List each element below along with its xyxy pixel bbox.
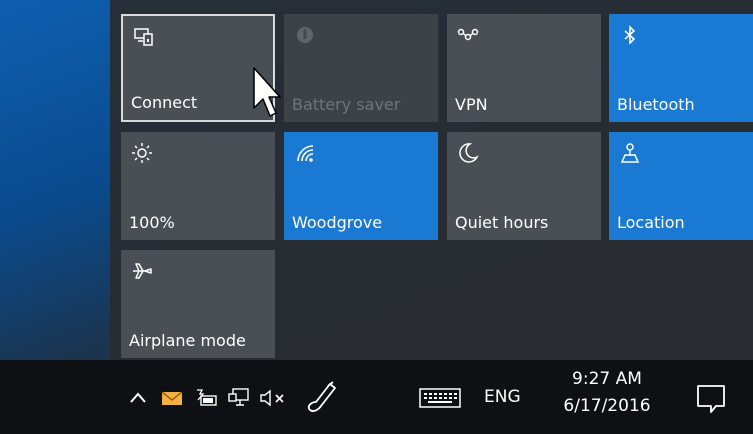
airplane-mode-tile[interactable]: Airplane mode xyxy=(121,250,275,358)
wifi-icon xyxy=(297,145,314,162)
wifi-tile[interactable]: Woodgrove xyxy=(284,132,438,240)
tile-label: Bluetooth xyxy=(617,95,695,114)
battery-saver-tile[interactable]: Battery saver xyxy=(284,14,438,122)
mouse-cursor-icon xyxy=(253,67,281,117)
connect-icon xyxy=(134,28,153,46)
airplane-icon xyxy=(133,263,152,279)
battery-saver-icon xyxy=(297,27,313,43)
brightness-tile[interactable]: 100% xyxy=(121,132,275,240)
tile-label: Location xyxy=(617,213,685,232)
tile-label: Woodgrove xyxy=(292,213,383,232)
chevron-up-icon[interactable] xyxy=(128,388,148,408)
quiet-hours-tile[interactable]: Quiet hours xyxy=(447,132,601,240)
bluetooth-icon xyxy=(624,25,636,45)
clock-time: 9:27 AM xyxy=(572,369,642,389)
brightness-icon xyxy=(132,143,152,163)
taskbar: ENG 9:27 AM 6/17/2016 xyxy=(0,360,753,434)
moon-icon xyxy=(459,143,479,163)
action-center-panel: Connect Battery saver VPN Bluetooth 100%… xyxy=(110,0,753,360)
volume-muted-icon[interactable] xyxy=(258,388,288,408)
clock[interactable]: 9:27 AM 6/17/2016 xyxy=(552,366,662,420)
vpn-icon xyxy=(457,28,479,41)
tile-label: VPN xyxy=(455,95,488,114)
clock-date: 6/17/2016 xyxy=(563,396,651,416)
pen-icon[interactable] xyxy=(302,376,342,416)
language-indicator[interactable]: ENG xyxy=(484,387,521,407)
mail-icon[interactable] xyxy=(160,388,184,408)
tile-label: Battery saver xyxy=(292,95,401,114)
location-tile[interactable]: Location xyxy=(609,132,753,240)
vpn-tile[interactable]: VPN xyxy=(447,14,601,122)
network-icon[interactable] xyxy=(227,386,251,410)
keyboard-icon[interactable] xyxy=(418,386,462,410)
tile-label: 100% xyxy=(129,213,175,232)
notifications-icon[interactable] xyxy=(694,382,728,416)
location-icon xyxy=(620,143,640,163)
bluetooth-tile[interactable]: Bluetooth xyxy=(609,14,753,122)
tile-label: Connect xyxy=(131,93,198,112)
tile-label: Airplane mode xyxy=(129,331,246,350)
battery-icon[interactable] xyxy=(193,388,219,408)
tile-label: Quiet hours xyxy=(455,213,549,232)
